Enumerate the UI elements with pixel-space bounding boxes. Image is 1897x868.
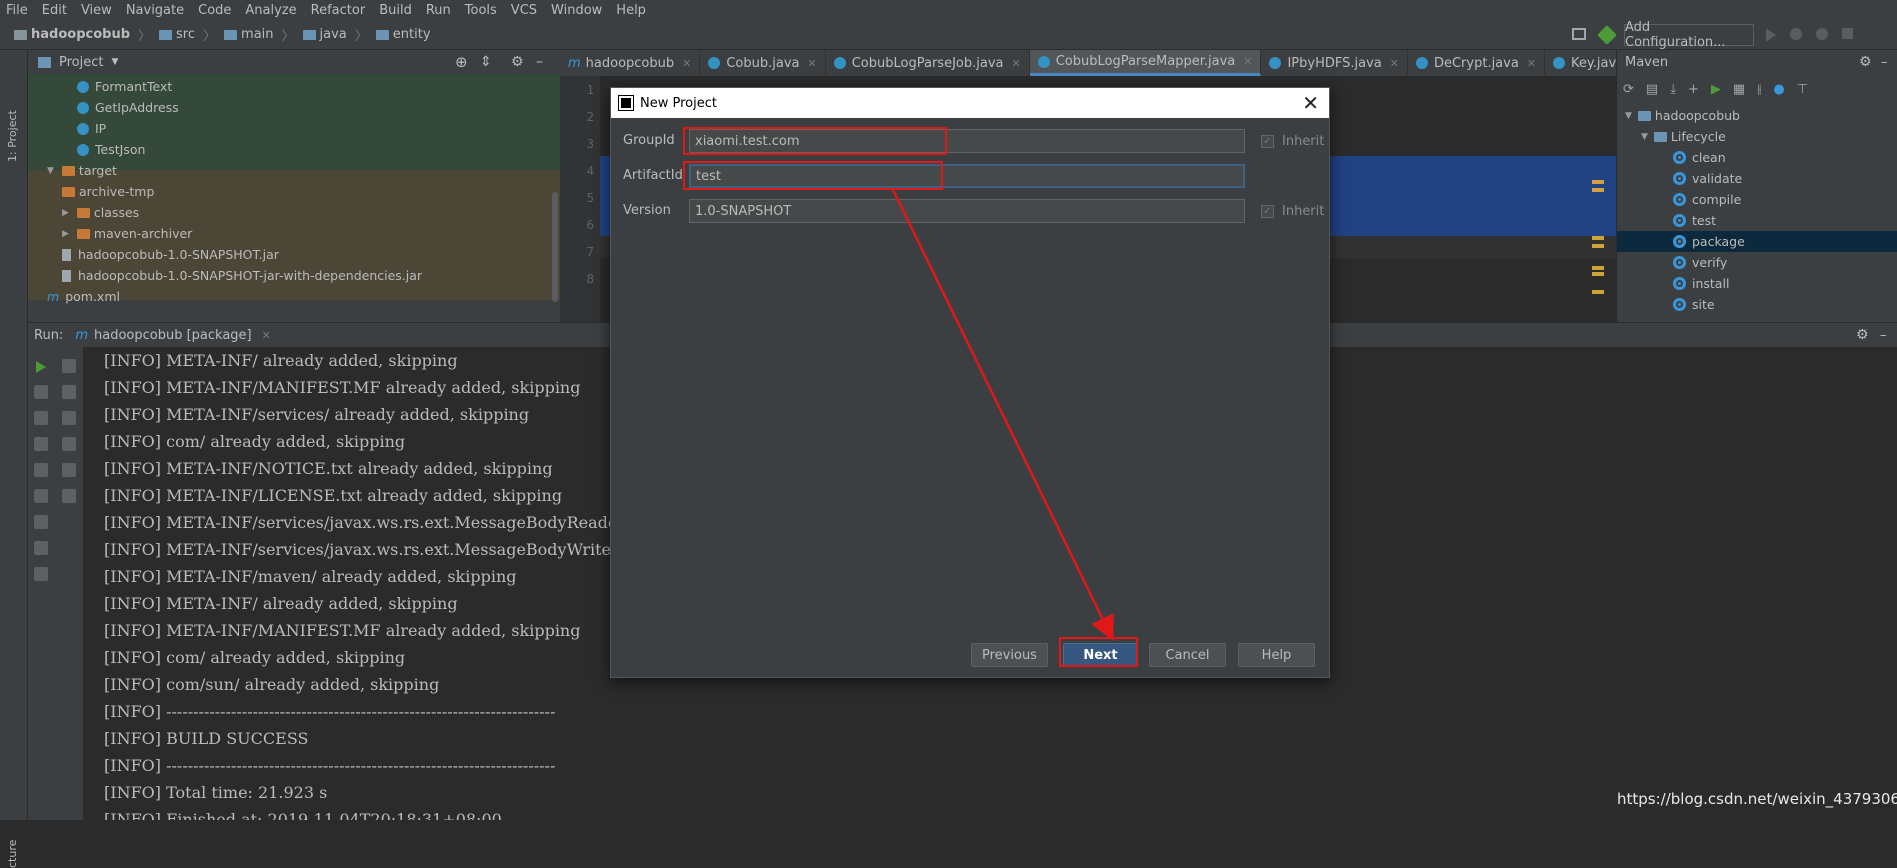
annotation-arrow [891,189,1114,641]
structure-tool-label[interactable]: cture [6,840,19,868]
watermark: https://blog.csdn.net/weixin_43793061 [1617,790,1897,808]
